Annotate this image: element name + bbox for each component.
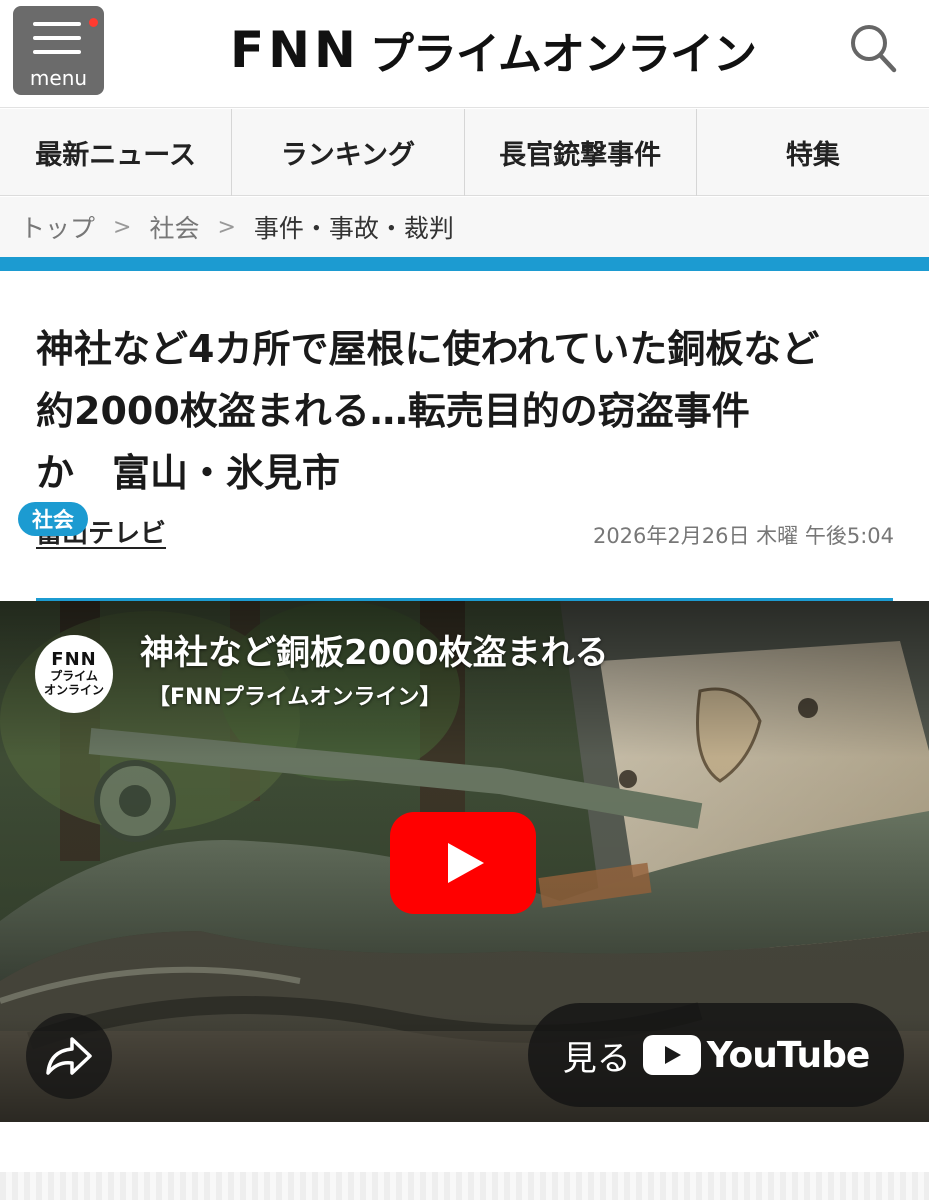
hamburger-icon-bar bbox=[33, 36, 81, 40]
breadcrumb-top[interactable]: トップ bbox=[20, 209, 95, 245]
video-title[interactable]: 神社など銅板2000枚盗まれる bbox=[140, 625, 609, 674]
breadcrumb-separator: > bbox=[113, 214, 132, 240]
play-button[interactable] bbox=[390, 812, 536, 914]
article-date: 2026年2月26日 木曜 午後5:04 bbox=[592, 524, 894, 548]
hamburger-icon bbox=[33, 22, 81, 26]
watch-on-youtube-button[interactable]: 見る YouTube bbox=[528, 1003, 904, 1107]
youtube-wordmark: YouTube bbox=[706, 1034, 871, 1076]
headline-line: 約2000枚盗まれる…転売目的の窃盗事件 bbox=[36, 389, 750, 433]
hamburger-icon-bar bbox=[33, 50, 81, 54]
channel-logo-fnn: FNN bbox=[51, 649, 97, 670]
headline-line: 神社など4カ所で屋根に使われていた銅板など bbox=[36, 327, 820, 371]
share-button[interactable] bbox=[26, 1013, 112, 1099]
video-channel-name: 【FNNプライムオンライン】 bbox=[148, 685, 442, 710]
tab-latest-news[interactable]: 最新ニュース bbox=[0, 109, 233, 196]
tab-special-incident[interactable]: 長官銃撃事件 bbox=[465, 109, 697, 196]
logo-fnn: FNN bbox=[230, 21, 360, 79]
accent-divider bbox=[0, 257, 929, 271]
watch-label: 見る bbox=[562, 1038, 631, 1079]
youtube-embed[interactable]: FNN プライム オンライン 神社など銅板2000枚盗まれる 【FNNプライムオ… bbox=[0, 601, 929, 1122]
site-logo[interactable]: FNN プライムオンライン bbox=[230, 21, 757, 80]
search-icon[interactable] bbox=[848, 22, 898, 74]
notification-dot bbox=[89, 18, 98, 27]
article-headline: 神社など4カ所で屋根に使われていた銅板など 約2000枚盗まれる…転売目的の窃盗… bbox=[36, 318, 896, 504]
category-nav: 最新ニュース ランキング 長官銃撃事件 特集 bbox=[0, 109, 929, 196]
breadcrumb-society[interactable]: 社会 bbox=[149, 209, 199, 245]
channel-logo-prime: プライム bbox=[50, 669, 98, 683]
channel-logo[interactable]: FNN プライム オンライン bbox=[35, 635, 113, 713]
play-icon bbox=[448, 843, 484, 883]
breadcrumb-separator: > bbox=[217, 214, 236, 240]
tab-features[interactable]: 特集 bbox=[697, 109, 929, 196]
youtube-icon bbox=[642, 1035, 701, 1075]
section-divider bbox=[0, 1172, 929, 1200]
menu-button[interactable]: menu bbox=[13, 6, 104, 95]
channel-logo-online: オンライン bbox=[43, 683, 104, 697]
breadcrumb: トップ > 社会 > 事件・事故・裁判 bbox=[0, 197, 929, 257]
breadcrumb-current[interactable]: 事件・事故・裁判 bbox=[254, 209, 454, 245]
category-tag[interactable]: 社会 bbox=[18, 502, 88, 536]
share-icon bbox=[46, 1037, 92, 1075]
logo-prime-online: プライムオンライン bbox=[369, 29, 757, 80]
headline-line: か 富山・氷見市 bbox=[36, 451, 341, 495]
site-header: menu FNN プライムオンライン bbox=[0, 0, 929, 108]
menu-label: menu bbox=[29, 66, 88, 90]
tab-ranking[interactable]: ランキング bbox=[232, 109, 465, 196]
